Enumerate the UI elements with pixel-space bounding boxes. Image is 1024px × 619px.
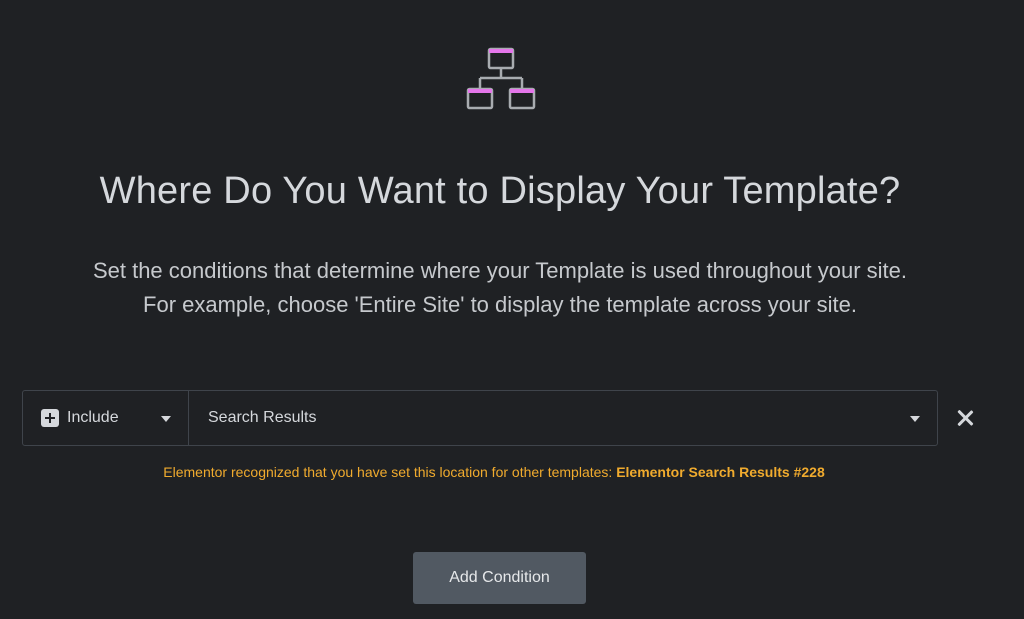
conflict-notice: Elementor recognized that you have set t…: [0, 464, 988, 480]
sitemap-icon: [466, 47, 536, 110]
chevron-down-icon: [161, 416, 171, 422]
condition-type-value: Include: [67, 409, 119, 426]
remove-condition-button[interactable]: [952, 405, 978, 431]
conflict-notice-text: Elementor recognized that you have set t…: [163, 464, 617, 480]
condition-location-value: Search Results: [208, 409, 317, 426]
description-line-1: Set the conditions that determine where …: [92, 258, 908, 283]
condition-location-select[interactable]: Search Results: [189, 391, 937, 445]
description-line-2: For example, choose 'Entire Site' to dis…: [143, 292, 857, 317]
conflict-template-link[interactable]: Elementor Search Results #228: [616, 464, 825, 480]
condition-type-select[interactable]: Include: [23, 391, 189, 445]
condition-row: Include Search Results: [22, 390, 938, 446]
plus-square-icon: [41, 409, 59, 427]
page-description: Set the conditions that determine where …: [0, 254, 1000, 322]
add-condition-button[interactable]: Add Condition: [413, 552, 586, 604]
page-title: Where Do You Want to Display Your Templa…: [99, 170, 901, 212]
chevron-down-icon: [910, 416, 920, 422]
